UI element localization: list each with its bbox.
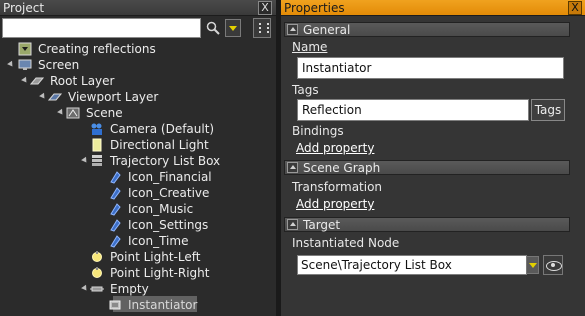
tree-item[interactable]: Root Layer — [0, 73, 276, 89]
viewport-layer-icon — [47, 90, 63, 104]
empty-node-icon — [90, 282, 104, 296]
project-search-row — [0, 16, 276, 40]
expand-arrow-icon[interactable] — [82, 285, 90, 293]
tree-item-label: Point Light-Right — [110, 266, 210, 280]
tree-item[interactable]: Screen — [0, 57, 276, 73]
instantiated-node-label: Instantiated Node — [292, 236, 400, 250]
search-icon[interactable] — [206, 21, 220, 35]
tree-item[interactable]: Directional Light — [0, 137, 276, 153]
general-section-title: General — [303, 22, 351, 37]
name-field[interactable]: Instantiator — [297, 57, 564, 79]
bindings-label: Bindings — [292, 124, 344, 138]
tree-item-label: Scene — [86, 106, 123, 120]
properties-panel: Properties X General Name Instantiator T… — [281, 0, 585, 316]
tree-item[interactable]: Creating reflections — [0, 41, 276, 57]
properties-panel-header: Properties X — [281, 0, 585, 16]
expand-arrow-icon[interactable] — [8, 61, 16, 69]
collapse-icon[interactable] — [287, 219, 298, 230]
tree-item[interactable]: Scene — [0, 105, 276, 121]
transformation-label: Transformation — [292, 180, 383, 194]
scene-graph-section-header[interactable]: Scene Graph — [284, 160, 570, 175]
general-section-header[interactable]: General — [284, 22, 570, 37]
instantiator-icon — [108, 298, 122, 312]
tree-item[interactable]: Camera (Default) — [0, 121, 276, 137]
properties-panel-title: Properties — [284, 0, 345, 15]
model-icon — [108, 202, 122, 216]
tree-item-label: Trajectory List Box — [110, 154, 221, 168]
tree-item-label: Viewport Layer — [68, 90, 159, 104]
point-light-icon — [90, 266, 104, 280]
point-light-icon — [90, 250, 104, 264]
project-close-button[interactable]: X — [258, 1, 272, 15]
tree-item-label: Camera (Default) — [110, 122, 215, 136]
expand-arrow-icon[interactable] — [82, 157, 90, 165]
tree-item-label: Icon_Settings — [128, 218, 209, 232]
name-label: Name — [292, 40, 328, 54]
tree-item[interactable]: Icon_Music — [0, 201, 276, 217]
chevron-down-icon[interactable] — [526, 256, 539, 274]
tags-label: Tags — [292, 83, 319, 97]
tree-item-label: Root Layer — [50, 74, 115, 88]
tree-item-label: Empty — [110, 282, 149, 296]
target-section-header[interactable]: Target — [284, 217, 570, 232]
tree-item[interactable]: Icon_Creative — [0, 185, 276, 201]
project-search-input[interactable] — [2, 18, 201, 38]
model-icon — [108, 186, 122, 200]
tree-item[interactable]: Trajectory List Box — [0, 153, 276, 169]
model-icon — [108, 170, 122, 184]
list-box-icon — [90, 154, 104, 168]
project-panel: Project X Creating reflections Screen Root… — [0, 0, 276, 316]
scene-icon — [66, 106, 80, 120]
tree-item[interactable]: Viewport Layer — [0, 89, 276, 105]
tree-item[interactable]: Empty — [0, 281, 276, 297]
directional-light-icon — [90, 138, 104, 152]
tree-item[interactable]: Instantiator — [0, 297, 276, 313]
tags-field[interactable]: Reflection — [297, 99, 529, 121]
expand-arrow-icon[interactable] — [40, 93, 48, 101]
project-panel-header: Project X — [0, 0, 276, 16]
model-icon — [108, 218, 122, 232]
tree-item-label: Icon_Financial — [128, 170, 212, 184]
collapse-icon[interactable] — [287, 162, 298, 173]
tree-item-label: Instantiator — [128, 298, 198, 312]
layer-icon — [29, 74, 45, 88]
project-icon — [18, 42, 32, 56]
tree-item-label: Directional Light — [110, 138, 209, 152]
properties-close-button[interactable]: X — [568, 1, 582, 15]
target-section-title: Target — [303, 217, 341, 232]
project-panel-title: Project — [3, 0, 45, 15]
collapse-icon[interactable] — [287, 24, 298, 35]
instantiated-node-select[interactable]: Scene\Trajectory List Box — [297, 255, 527, 275]
expand-arrow-icon[interactable] — [58, 109, 66, 117]
add-property-link-scene-graph[interactable]: Add property — [296, 197, 374, 211]
tree-item[interactable]: Icon_Financial — [0, 169, 276, 185]
tree-view-options-button[interactable] — [253, 18, 271, 38]
tree-item[interactable]: Icon_Settings — [0, 217, 276, 233]
add-property-link-general[interactable]: Add property — [296, 141, 374, 155]
scene-graph-section-title: Scene Graph — [303, 160, 381, 175]
tree-item[interactable]: Point Light-Left — [0, 249, 276, 265]
search-options-dropdown[interactable] — [225, 19, 241, 37]
expand-arrow-icon[interactable] — [22, 77, 30, 85]
eye-icon[interactable] — [543, 255, 563, 275]
tree-item-label: Icon_Music — [128, 202, 194, 216]
tree-item-label: Icon_Time — [128, 234, 189, 248]
model-icon — [108, 234, 122, 248]
tree-item-label: Point Light-Left — [110, 250, 201, 264]
screen-icon — [18, 58, 32, 72]
tree-item-label: Creating reflections — [38, 42, 156, 56]
tags-button[interactable]: Tags — [531, 99, 565, 121]
tree-item[interactable]: Icon_Time — [0, 233, 276, 249]
tree-item-label: Icon_Creative — [128, 186, 210, 200]
tree-item-label: Screen — [38, 58, 80, 72]
camera-icon — [90, 122, 104, 136]
tree-item[interactable]: Point Light-Right — [0, 265, 276, 281]
